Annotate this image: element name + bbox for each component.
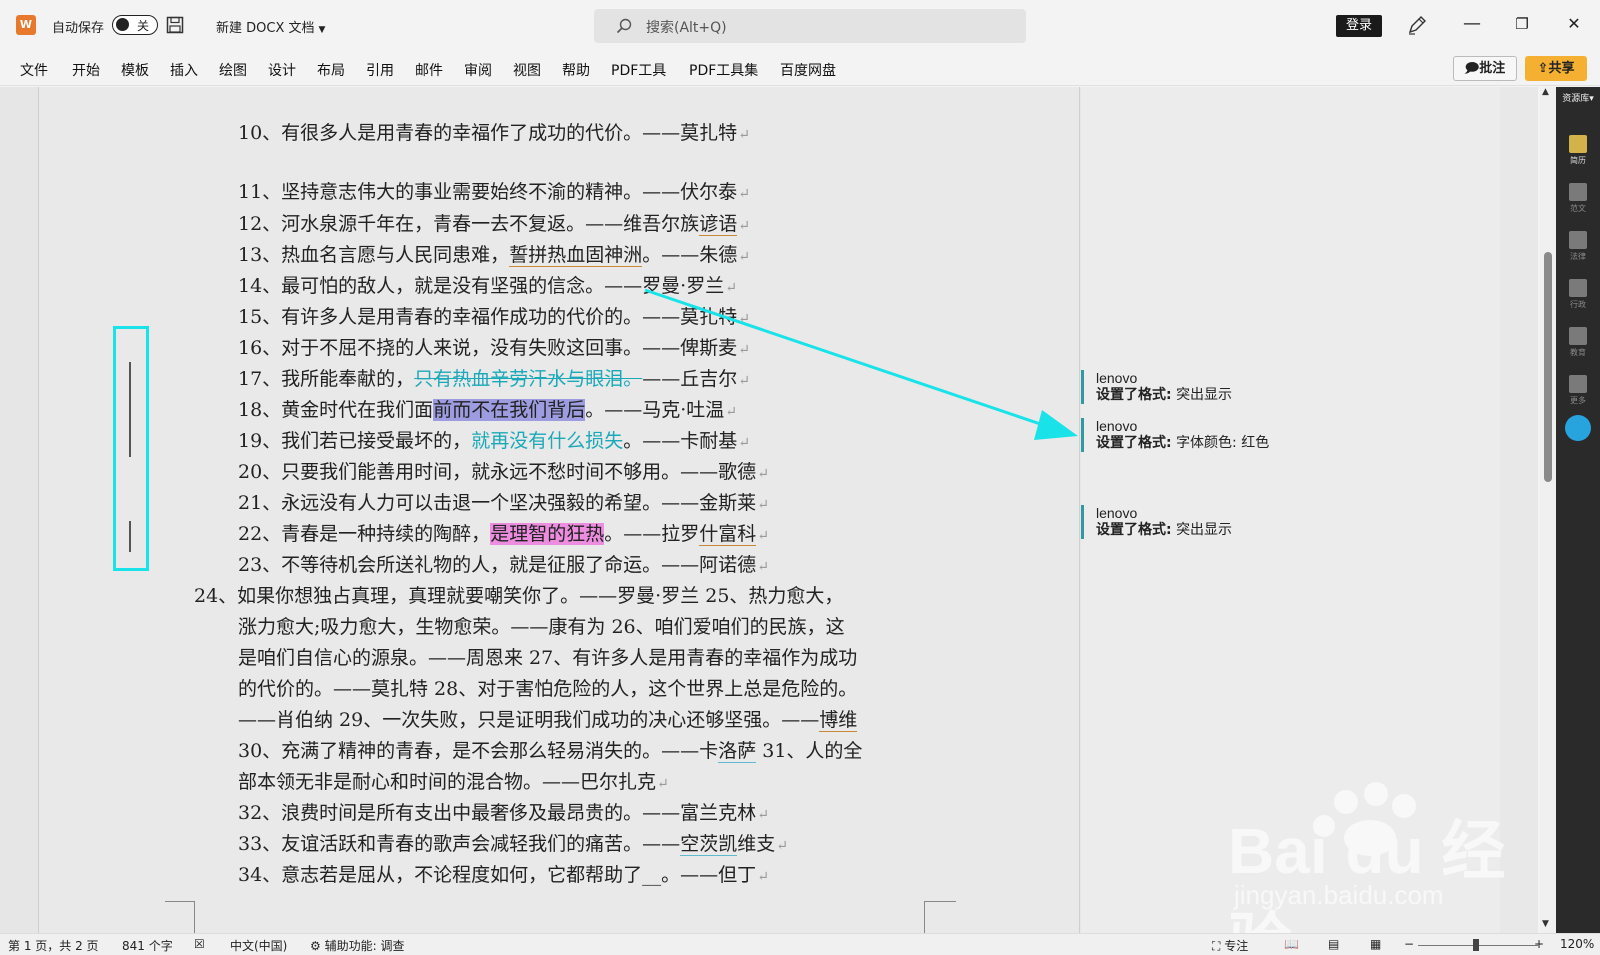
zoom-level[interactable]: 120% — [1560, 937, 1594, 951]
web-layout-icon[interactable]: ▦ — [1370, 937, 1381, 951]
document-icon — [1569, 183, 1587, 201]
scrollbar-thumb[interactable] — [1544, 252, 1552, 482]
education-icon — [1569, 327, 1587, 345]
baidu-watermark: Bai du 经验 jingyan.baidu.com — [1228, 780, 1528, 955]
law-icon — [1569, 231, 1587, 249]
sidebar-item-more[interactable]: 更多 — [1564, 375, 1592, 406]
watermark-brand: Bai du 经验 — [1228, 815, 1506, 955]
vertical-scrollbar[interactable]: ▲ ▼ — [1540, 87, 1556, 933]
comment-author: lenovo — [1096, 505, 1138, 521]
scroll-up-icon[interactable]: ▲ — [1542, 87, 1549, 97]
assistant-bird-icon[interactable] — [1565, 415, 1591, 441]
comment-detail: 设置了格式: 突出显示 — [1096, 387, 1233, 403]
read-mode-icon[interactable]: 📖 — [1284, 937, 1299, 951]
focus-mode-button[interactable]: ⛶ 专注 — [1212, 937, 1248, 954]
page-count[interactable]: 第 1 页，共 2 页 — [8, 937, 99, 954]
zoom-slider-thumb[interactable] — [1473, 939, 1479, 951]
sidebar-item-essays[interactable]: 范文 — [1564, 183, 1592, 214]
more-icon — [1569, 375, 1587, 393]
comment-author: lenovo — [1096, 418, 1138, 434]
watermark-url: jingyan.baidu.com — [1234, 880, 1444, 910]
resource-sidebar: 简历 范文 法律 行政 教育 更多 — [1556, 87, 1600, 933]
sidebar-item-admin[interactable]: 行政 — [1564, 279, 1592, 310]
zoom-out-icon[interactable]: − — [1404, 937, 1414, 951]
language-indicator[interactable]: 中文(中国) — [230, 937, 287, 954]
sidebar-item-education[interactable]: 教育 — [1564, 327, 1592, 358]
word-count[interactable]: 841 个字 — [122, 937, 173, 954]
comment-detail: 设置了格式: 突出显示 — [1096, 522, 1233, 538]
print-layout-icon[interactable]: ▤ — [1328, 937, 1339, 951]
accessibility-icon: ⚙ — [310, 939, 321, 953]
zoom-in-icon[interactable]: + — [1534, 937, 1544, 951]
comment-balloon[interactable]: lenovo 设置了格式: 字体颜色: 红色 — [1081, 418, 1269, 452]
comment-detail: 设置了格式: 字体颜色: 红色 — [1096, 435, 1270, 451]
accessibility-status[interactable]: ⚙ 辅助功能: 调查 — [310, 937, 404, 954]
sidebar-item-law[interactable]: 法律 — [1564, 231, 1592, 262]
sidebar-item-resume[interactable]: 简历 — [1564, 135, 1592, 166]
comment-balloon[interactable]: lenovo 设置了格式: 突出显示 — [1081, 370, 1232, 404]
proofing-icon[interactable]: ☒ — [194, 937, 205, 951]
focus-icon: ⛶ — [1212, 939, 1221, 953]
resume-icon — [1569, 135, 1587, 153]
status-bar: 第 1 页，共 2 页 841 个字 ☒ 中文(中国) ⚙ 辅助功能: 调查 ⛶… — [0, 933, 1600, 955]
comment-author: lenovo — [1096, 370, 1138, 386]
admin-icon — [1569, 279, 1587, 297]
sidebar-header[interactable]: 资源库▾ — [1556, 91, 1600, 104]
comment-balloon[interactable]: lenovo 设置了格式: 突出显示 — [1081, 505, 1232, 539]
scroll-down-icon[interactable]: ▼ — [1542, 919, 1549, 929]
